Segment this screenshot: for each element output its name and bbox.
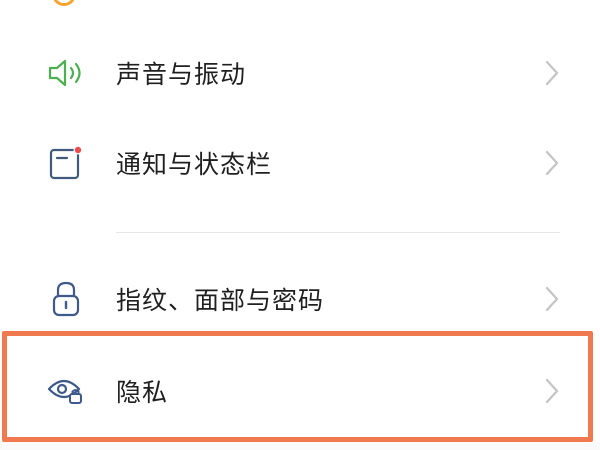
next-row-edge — [0, 442, 600, 450]
settings-item-label: 通知与状态栏 — [116, 150, 273, 179]
settings-screen: 声音与振动 通知与状态栏 指纹、面部与密码 隐私 — [0, 0, 600, 450]
settings-item-fingerprint-face-password[interactable]: 指纹、面部与密码 — [0, 254, 600, 344]
settings-item-label: 声音与振动 — [116, 60, 247, 89]
chevron-right-icon — [542, 284, 562, 314]
speaker-icon — [46, 53, 86, 93]
chevron-right-icon — [542, 376, 562, 406]
section-divider — [116, 232, 560, 233]
settings-item-privacy[interactable]: 隐私 — [0, 346, 600, 436]
privacy-eye-icon — [46, 371, 86, 411]
chevron-right-icon — [542, 148, 562, 178]
settings-item-label: 指纹、面部与密码 — [116, 286, 325, 315]
settings-item-sound-vibration[interactable]: 声音与振动 — [0, 28, 600, 118]
lock-icon — [46, 279, 86, 319]
partial-top-icon — [52, 0, 76, 6]
settings-item-label: 隐私 — [116, 378, 169, 407]
chevron-right-icon — [542, 58, 562, 88]
settings-item-notification-statusbar[interactable]: 通知与状态栏 — [0, 118, 600, 208]
notification-icon — [46, 143, 86, 183]
